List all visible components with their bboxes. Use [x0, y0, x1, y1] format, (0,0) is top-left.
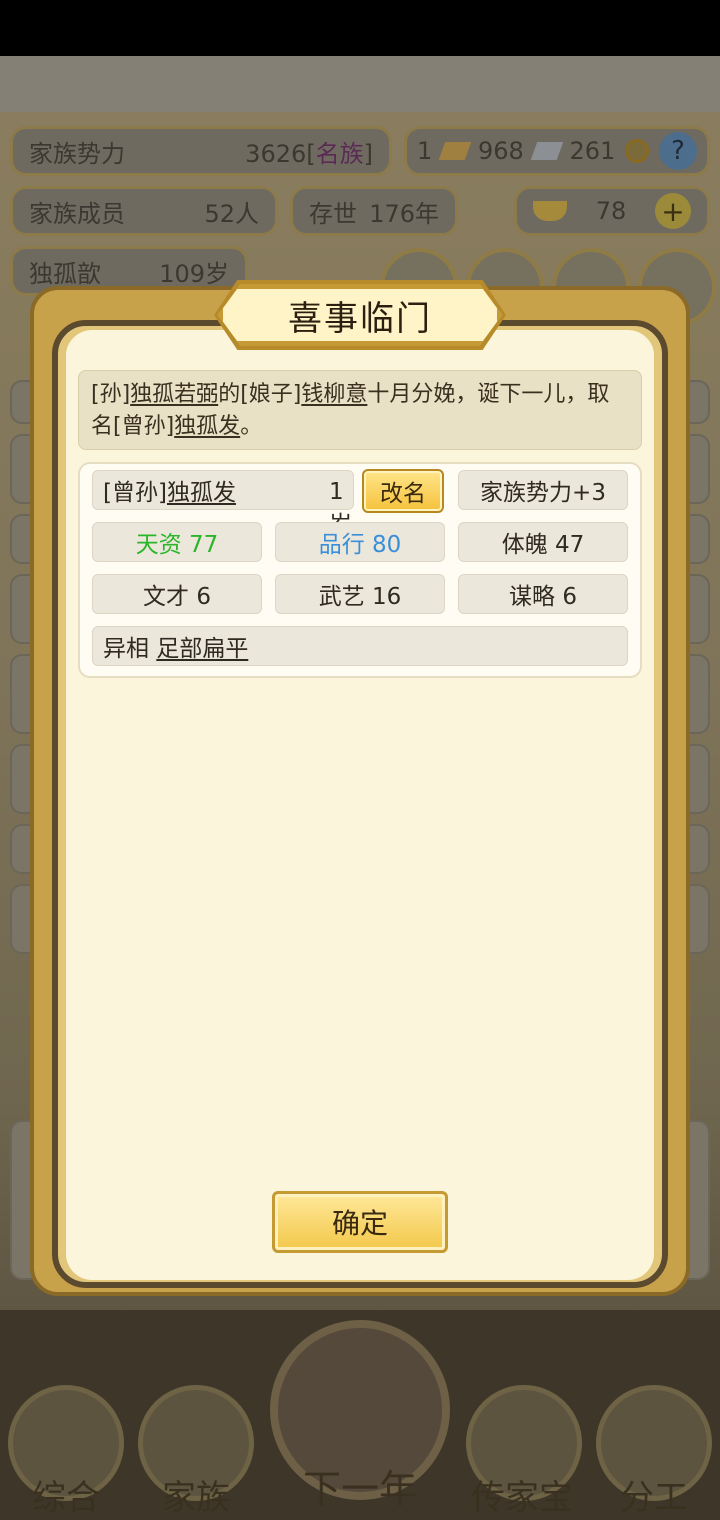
silver-count: 968	[477, 137, 524, 165]
martial-stat: 武艺 16	[275, 574, 445, 614]
confirm-button[interactable]: 确定	[272, 1191, 448, 1253]
gold-count: 1	[417, 137, 433, 165]
top-band	[0, 56, 720, 112]
family-members-value: 52人	[204, 199, 259, 228]
family-members-label: 家族成员	[29, 199, 125, 228]
family-influence-value: 3626	[245, 139, 307, 168]
literary-stat: 文才 6	[92, 574, 262, 614]
coin-icon	[625, 139, 650, 163]
family-influence-panel[interactable]: 家族势力 3626[名族]	[10, 126, 392, 176]
plus-icon[interactable]: +	[654, 193, 691, 229]
trait-row: 异相 足部扁平	[92, 626, 628, 666]
trait-value[interactable]: 足部扁平	[156, 629, 248, 663]
ingot-icon	[533, 201, 567, 221]
physique-stat: 体魄 47	[458, 522, 628, 562]
copper-count: 261	[569, 137, 616, 165]
trait-label: 异相	[103, 636, 149, 662]
morality-stat: 品行 80	[275, 522, 445, 562]
family-members-panel[interactable]: 家族成员 52人	[10, 186, 278, 236]
help-icon[interactable]: ?	[658, 132, 697, 170]
status-bar	[0, 0, 720, 56]
existence-value: 176年	[369, 199, 439, 228]
ingot-panel[interactable]: 78 +	[514, 186, 710, 236]
ingot-value: 78	[595, 197, 627, 225]
gold-bar-icon	[438, 142, 472, 160]
grandson-name-link[interactable]: 独孤若弼	[130, 382, 218, 407]
talent-stat: 天资 77	[92, 522, 262, 562]
existence-panel: 存世 176年	[290, 186, 458, 236]
nav-overview-label: 综合	[32, 1478, 100, 1518]
silver-bar-icon	[530, 142, 563, 160]
event-message: [孙]独孤若弼的[娘子]钱柳意十月分娩，诞下一儿，取名[曾孙]独孤发。	[78, 370, 642, 450]
rename-button[interactable]: 改名	[362, 469, 444, 513]
child-name[interactable]: 独孤发	[167, 473, 236, 507]
child-name-cell: [曾孙]独孤发 1岁	[92, 470, 354, 538]
family-head-name: 独孤歆	[29, 259, 101, 288]
existence-label: 存世	[309, 199, 357, 228]
wife-name-link[interactable]: 钱柳意	[301, 382, 367, 407]
family-rank: 名族	[315, 139, 364, 168]
nav-heirloom-label: 传家宝	[471, 1478, 573, 1518]
family-influence-label: 家族势力	[29, 139, 125, 168]
child-rank: [曾孙]	[103, 480, 167, 506]
dialog-title: 喜事临门	[288, 298, 432, 339]
strategy-stat: 谋略 6	[458, 574, 628, 614]
child-name-link[interactable]: 独孤发	[174, 414, 240, 439]
nav-family-label: 家族	[162, 1478, 230, 1518]
influence-bonus: 家族势力+3	[458, 470, 628, 510]
currency-panel[interactable]: 1 968 261 ?	[404, 126, 710, 176]
nav-assignment-label: 分工	[620, 1478, 688, 1518]
nav-next-year-label: 下一年	[302, 1467, 417, 1511]
